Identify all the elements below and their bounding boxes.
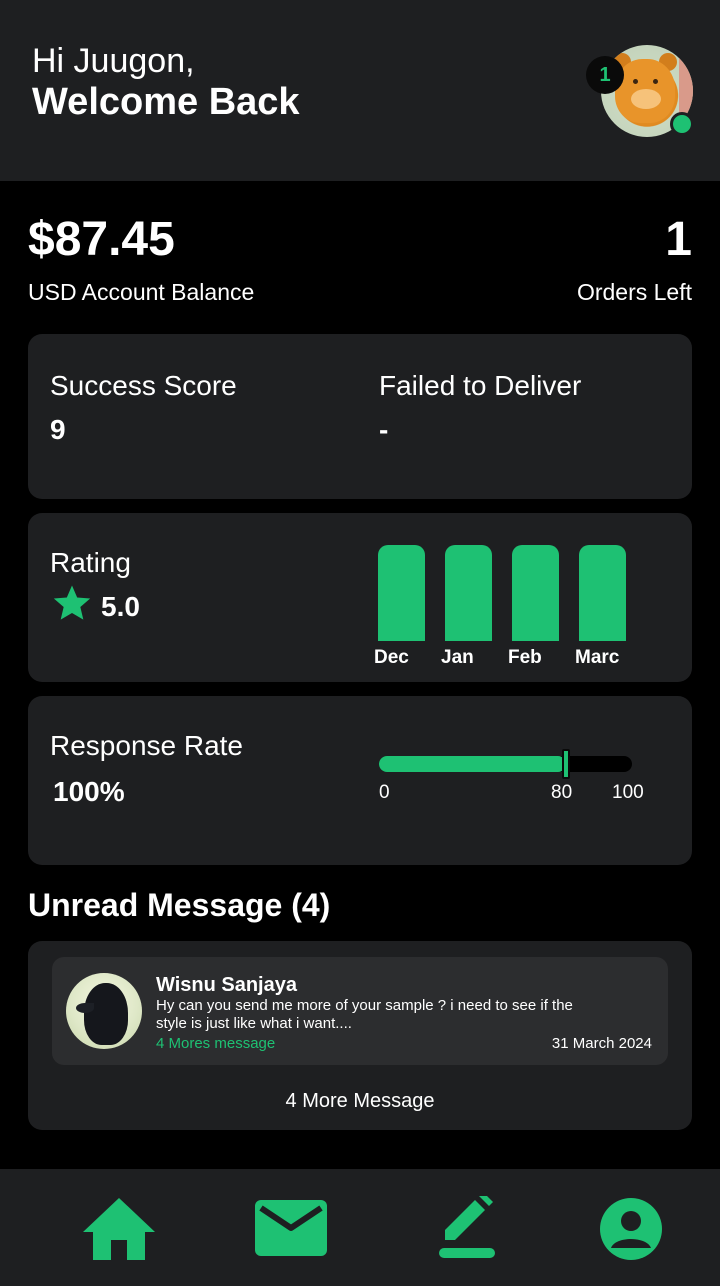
- bottom-nav: [0, 1169, 720, 1286]
- message-preview: Hy can you send me more of your sample ?…: [156, 997, 573, 1032]
- success-score-value: 9: [50, 414, 66, 445]
- more-message-button[interactable]: 4 More Message: [28, 1089, 692, 1113]
- rating-bar: [445, 545, 492, 641]
- messages-card: Wisnu Sanjaya Hy can you send me more of…: [28, 941, 692, 1130]
- sender-avatar: [66, 973, 142, 1049]
- response-rate-value: 100%: [53, 776, 125, 807]
- star-icon: [53, 585, 91, 620]
- rating-value: 5.0: [101, 591, 140, 622]
- edit-icon[interactable]: [427, 1196, 507, 1262]
- message-date: 31 March 2024: [551, 1035, 652, 1052]
- account-balance-label: USD Account Balance: [28, 279, 255, 305]
- mail-icon[interactable]: [251, 1196, 331, 1262]
- month-label: Marc: [575, 647, 620, 668]
- slider-tick: 0: [379, 782, 390, 803]
- sender-name: Wisnu Sanjaya: [156, 974, 297, 996]
- slider-tick: 80: [551, 782, 573, 803]
- greeting-text: Hi Juugon,: [32, 42, 195, 80]
- bear-eye: [633, 79, 638, 84]
- bear-muzzle: [631, 89, 661, 109]
- crow-beak: [76, 1003, 94, 1013]
- profile-icon[interactable]: [591, 1196, 671, 1262]
- success-score-label: Success Score: [50, 370, 237, 401]
- slider-fill: [379, 756, 566, 772]
- rating-card: Rating 5.0 Dec Jan Feb Marc: [28, 513, 692, 682]
- crow-icon: [84, 983, 128, 1045]
- response-rate-card: Response Rate 100% 0 80 100: [28, 696, 692, 865]
- rating-bar: [378, 545, 425, 641]
- response-rate-slider[interactable]: [379, 749, 632, 779]
- online-status-dot: [670, 112, 694, 136]
- unread-messages-title: Unread Message (4): [28, 887, 331, 923]
- failed-deliver-label: Failed to Deliver: [379, 370, 582, 401]
- home-icon[interactable]: [79, 1196, 159, 1262]
- orders-left-label: Orders Left: [576, 279, 692, 305]
- rating-label: Rating: [50, 547, 131, 578]
- message-item[interactable]: Wisnu Sanjaya Hy can you send me more of…: [52, 957, 668, 1065]
- slider-handle[interactable]: [562, 749, 570, 779]
- rating-bar: [579, 545, 626, 641]
- bear-eye: [653, 79, 658, 84]
- month-label: Jan: [441, 647, 474, 668]
- month-label: Dec: [374, 647, 409, 668]
- month-label: Feb: [508, 647, 542, 668]
- response-rate-label: Response Rate: [50, 730, 244, 761]
- stats-card: Success Score 9 Failed to Deliver -: [28, 334, 692, 499]
- welcome-text: Welcome Back: [32, 81, 300, 123]
- orders-left-value: 1: [665, 213, 692, 266]
- notification-badge[interactable]: 1: [586, 56, 624, 94]
- rating-bar: [512, 545, 559, 641]
- account-balance-value: $87.45: [28, 213, 175, 266]
- failed-deliver-value: -: [379, 414, 389, 445]
- more-messages-link[interactable]: 4 Mores message: [156, 1035, 275, 1053]
- header: Hi Juugon, Welcome Back 1: [0, 0, 720, 181]
- slider-tick: 100: [612, 782, 644, 803]
